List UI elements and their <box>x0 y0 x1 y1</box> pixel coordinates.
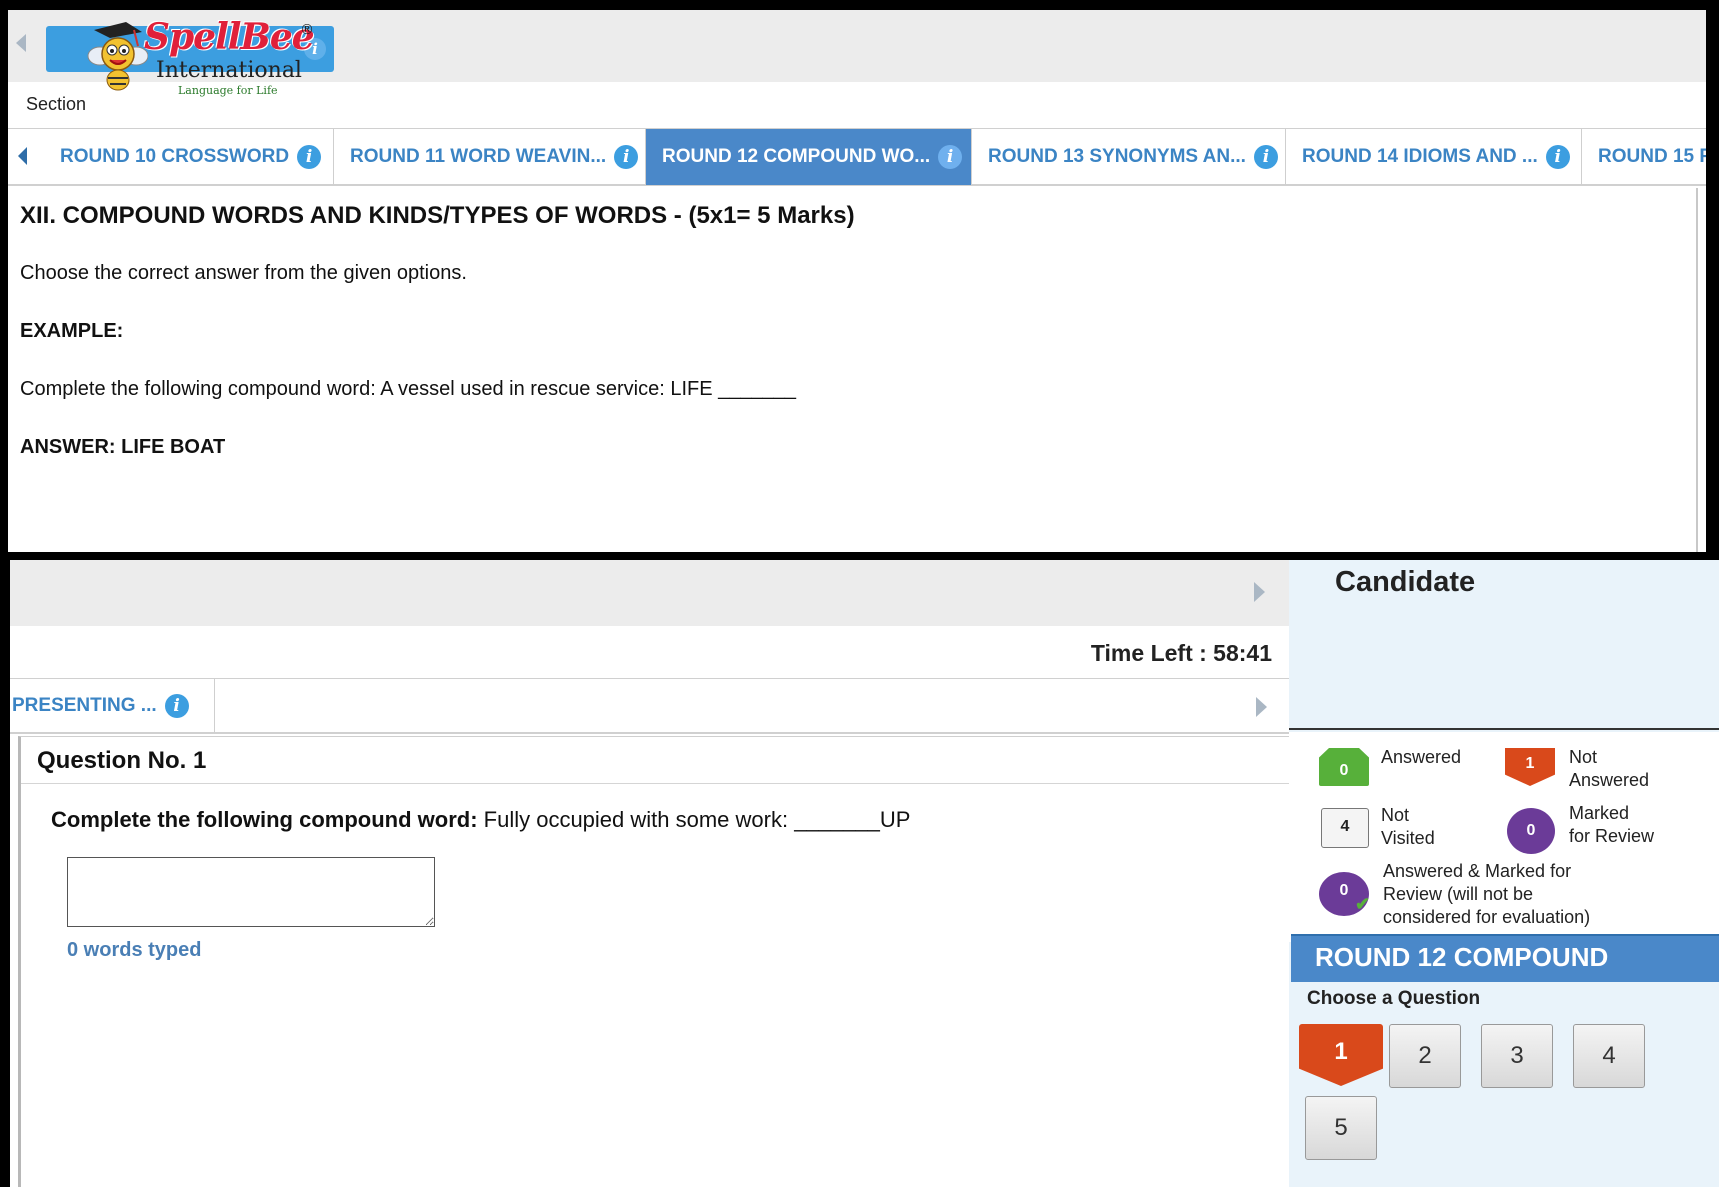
logo-subtitle: International <box>156 58 302 83</box>
exam-window: Time Left : 58:41 PRESENTING ... i Questi… <box>0 552 1719 1187</box>
instructions-window: i SpellBee ® International Language for … <box>0 0 1719 552</box>
instructions-panel: i SpellBee ® International Language for … <box>8 10 1706 552</box>
scroll-left-arrow-icon[interactable] <box>16 34 26 52</box>
scrollbar-track[interactable] <box>1696 188 1698 552</box>
label-line: Review (will not be <box>1383 884 1534 904</box>
question-button-2[interactable]: 2 <box>1389 1024 1461 1088</box>
tab-label: ROUND 10 CROSSWORD <box>60 146 290 167</box>
question-button-4[interactable]: 4 <box>1573 1024 1645 1088</box>
section-tabs: PRESENTING ... i <box>10 678 1289 734</box>
logo-registered-mark: ® <box>300 22 314 38</box>
logo-brand: SpellBee <box>144 16 315 58</box>
info-icon[interactable]: i <box>938 144 963 169</box>
question-prompt-bold: Complete the following compound word: <box>51 807 478 832</box>
tab-round-15[interactable]: ROUND 15 P <box>1582 129 1706 185</box>
not-answered-badge: 1 <box>1505 748 1555 786</box>
label-line: for Review <box>1569 826 1655 846</box>
tabs-scroll-right-icon[interactable] <box>1256 697 1267 717</box>
tab-label: ROUND 15 P <box>1598 146 1706 167</box>
label-line: Answered <box>1569 770 1650 790</box>
tab-round-13[interactable]: ROUND 13 SYNONYMS AN... i <box>972 129 1286 185</box>
candidate-area: Candidate <box>1289 560 1719 730</box>
exam-panel: Time Left : 58:41 PRESENTING ... i Questi… <box>10 560 1719 1187</box>
not-visited-badge: 4 <box>1321 808 1369 848</box>
question-button-5[interactable]: 5 <box>1305 1096 1377 1160</box>
tab-label: ROUND 14 IDIOMS AND ... <box>1302 146 1538 167</box>
tab-round-11[interactable]: ROUND 11 WORD WEAVIN... i <box>334 129 646 185</box>
bee-mascot-icon <box>87 22 148 91</box>
palette-round-title: ROUND 12 COMPOUND <box>1315 942 1609 972</box>
word-count: 0 words typed <box>67 939 202 961</box>
logo-tagline: Language for Life <box>178 84 278 97</box>
status-legend: 0 Answered 1 Not Answered 4 Not Visited 0 … <box>1289 732 1719 942</box>
time-left: Time Left : 58:41 <box>1090 640 1272 666</box>
scroll-right-arrow-icon[interactable] <box>1254 582 1265 602</box>
info-icon[interactable]: i <box>164 693 189 718</box>
example-answer: ANSWER: LIFE BOAT <box>20 436 226 458</box>
palette-header: ROUND 12 COMPOUND <box>1291 934 1719 982</box>
section-label: Section <box>26 94 87 114</box>
instructions-text: Choose the correct answer from the given… <box>20 262 467 284</box>
example-text: Complete the following compound word: A … <box>20 378 796 400</box>
answered-label: Answered <box>1381 747 1462 767</box>
tab-label: PRESENTING ... <box>12 695 157 716</box>
tab-round-12[interactable]: ROUND 12 COMPOUND WO... i <box>646 129 972 185</box>
question-text: Complete the following compound word: Fu… <box>51 807 910 833</box>
marked-label: Marked for Review <box>1569 802 1654 848</box>
label-line: Not <box>1381 805 1410 825</box>
info-icon[interactable]: i <box>1253 144 1278 169</box>
candidate-label: Candidate <box>1335 566 1476 598</box>
info-icon[interactable]: i <box>1545 144 1570 169</box>
instructions-title: XII. COMPOUND WORDS AND KINDS/TYPES OF W… <box>20 202 855 229</box>
not-visited-label: Not Visited <box>1381 804 1435 850</box>
divider <box>21 783 1292 784</box>
group-bar: i SpellBee ® International Language for … <box>8 10 1706 114</box>
label-line: considered for evaluation) <box>1383 907 1591 927</box>
instructions-content: XII. COMPOUND WORDS AND KINDS/TYPES OF W… <box>20 202 1690 459</box>
tab-label: ROUND 13 SYNONYMS AN... <box>988 146 1246 167</box>
label-line: Answered & Marked for <box>1383 861 1572 881</box>
spellbee-logo: SpellBee ® International Language for Li… <box>86 10 346 98</box>
answered-marked-label: Answered & Marked for Review (will not be… <box>1383 860 1590 929</box>
not-answered-label: Not Answered <box>1569 746 1649 792</box>
info-icon[interactable]: i <box>297 144 322 169</box>
label-line: Marked <box>1569 803 1630 823</box>
tab-label: ROUND 12 COMPOUND WO... <box>662 146 931 167</box>
label-line: Not <box>1569 747 1598 767</box>
answer-input[interactable] <box>67 857 435 927</box>
question-number: Question No. 1 <box>37 747 207 774</box>
choose-question-label: Choose a Question <box>1307 988 1481 1009</box>
question-button-3[interactable]: 3 <box>1481 1024 1553 1088</box>
question-button-1[interactable]: 1 <box>1299 1024 1383 1086</box>
info-icon[interactable]: i <box>614 144 639 169</box>
tab-round-10[interactable]: ROUND 10 CROSSWORD i <box>44 129 334 185</box>
checkmark-icon: ✔ <box>1355 894 1371 914</box>
section-tabs: ROUND 10 CROSSWORD i ROUND 11 WORD WEAVIN… <box>8 128 1706 186</box>
example-label: EXAMPLE: <box>20 320 124 342</box>
tab-round-14[interactable]: ROUND 14 IDIOMS AND ... i <box>1286 129 1582 185</box>
question-area: Question No. 1 Complete the following co… <box>18 736 1292 1187</box>
side-panel: Candidate 0 Answered 1 Not Answered 4 Not… <box>1289 560 1719 1187</box>
answered-badge: 0 <box>1319 748 1369 786</box>
label-line: Visited <box>1381 828 1435 848</box>
tab-label: ROUND 11 WORD WEAVIN... <box>350 146 607 167</box>
marked-badge: 0 <box>1507 808 1555 854</box>
tabs-scroll-left-icon[interactable] <box>18 147 27 165</box>
group-bar <box>10 560 1289 626</box>
tab-presenting[interactable]: PRESENTING ... i <box>10 679 215 733</box>
question-prompt-rest: Fully occupied with some work: _______UP <box>477 807 911 832</box>
